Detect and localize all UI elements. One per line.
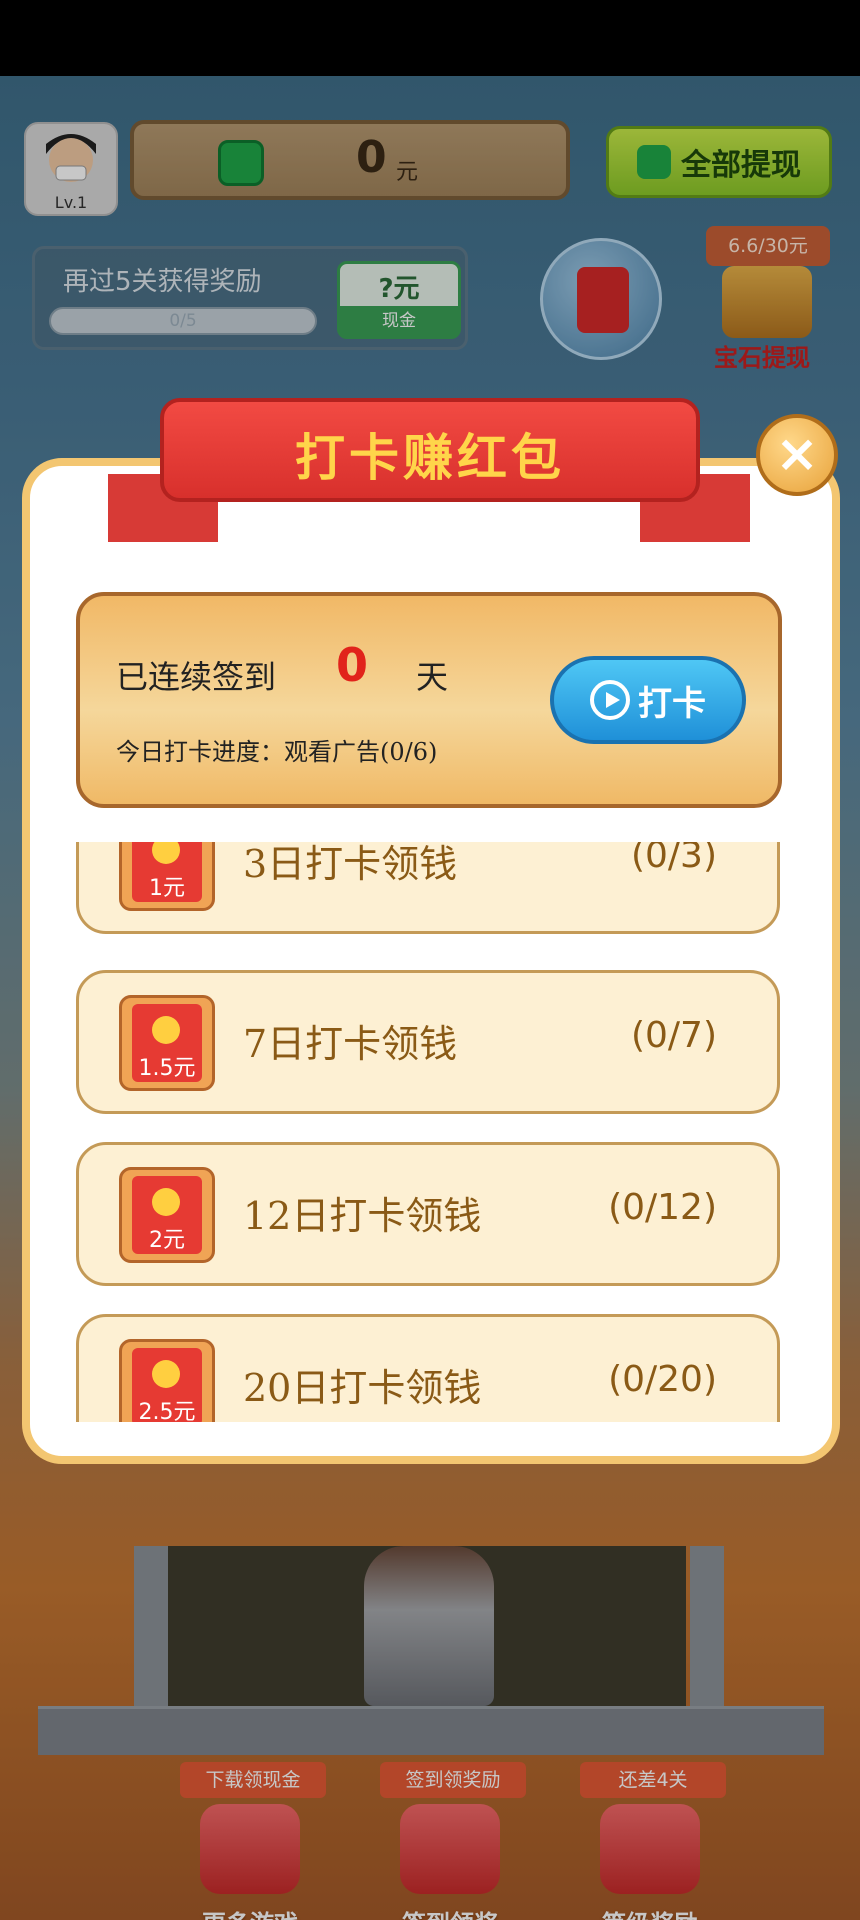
close-button[interactable]: × [756,414,838,496]
reward-list[interactable]: 1元 3日打卡领钱 (0/3) 1.5元 7日打卡领钱 (0/7) 2元 12日… [74,842,784,1422]
streak-prefix: 已连续签到 [116,658,277,696]
reward-amount: 1元 [149,876,185,901]
streak-suffix: 天 [416,658,449,696]
reward-count: (0/12) [608,1187,717,1228]
punch-button[interactable]: 打卡 [550,656,746,744]
play-icon [590,680,630,720]
reward-row[interactable]: 1元 3日打卡领钱 (0/3) [76,842,780,934]
red-packet-icon: 2.5元 [119,1339,215,1422]
reward-amount: 2元 [149,1228,185,1253]
coin-icon [152,1188,180,1216]
today-progress: 今日打卡进度：观看广告(0/6) [116,738,438,766]
streak-days: 0 [336,638,369,692]
coin-icon [152,1360,180,1388]
red-packet-icon: 2元 [119,1167,215,1263]
reward-row[interactable]: 2.5元 20日打卡领钱 (0/20) [76,1314,780,1422]
reward-count: (0/3) [630,842,717,876]
reward-row[interactable]: 2元 12日打卡领钱 (0/12) [76,1142,780,1286]
reward-amount: 2.5元 [138,1400,196,1422]
red-packet-icon: 1元 [119,842,215,911]
checkin-panel: 已连续签到 0 天 今日打卡进度：观看广告(0/6) 打卡 [76,592,782,808]
reward-row[interactable]: 1.5元 7日打卡领钱 (0/7) [76,970,780,1114]
reward-amount: 1.5元 [138,1056,196,1081]
reward-count: (0/20) [608,1359,717,1400]
reward-label: 7日打卡领钱 [243,1022,458,1066]
coin-icon [152,1016,180,1044]
red-packet-icon: 1.5元 [119,995,215,1091]
reward-count: (0/7) [630,1015,717,1056]
modal-title: 打卡赚红包 [295,429,565,487]
reward-label: 12日打卡领钱 [243,1194,482,1238]
reward-label: 20日打卡领钱 [243,1366,482,1410]
reward-label: 3日打卡领钱 [243,842,458,886]
punch-button-label: 打卡 [638,683,706,724]
modal-title-ribbon: 打卡赚红包 [160,398,700,502]
